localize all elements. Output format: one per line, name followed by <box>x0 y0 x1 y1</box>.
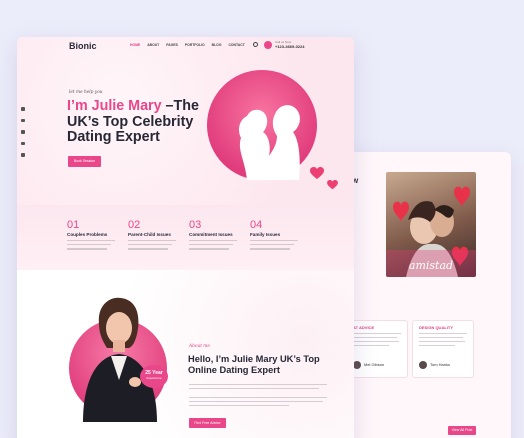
card-title: DESIGN QUALITY <box>419 325 454 330</box>
book-session-button[interactable]: Book Session <box>68 156 101 167</box>
service-number: 03 <box>189 219 202 231</box>
heart-decoration <box>327 180 338 190</box>
nav-pages[interactable]: PAGES <box>166 43 178 47</box>
expert-portrait <box>83 297 157 422</box>
instagram-icon[interactable] <box>21 130 25 134</box>
experience-badge: 25 Year Experience <box>140 365 168 388</box>
nav-about[interactable]: ABOUT <box>147 43 159 47</box>
facebook-icon[interactable] <box>21 107 25 111</box>
couple-photo: amistad <box>386 172 476 277</box>
search-icon[interactable] <box>253 42 258 47</box>
hero-section: Bionic HOME ABOUT PAGES PORTFOLIO BLOG C… <box>17 37 354 205</box>
main-nav: HOME ABOUT PAGES PORTFOLIO BLOG CONTACT <box>130 43 245 47</box>
logo[interactable]: Bionic <box>69 41 97 51</box>
card-title: AT ADVICE <box>353 325 375 330</box>
youtube-icon[interactable] <box>21 141 25 145</box>
main-page-preview: Bionic HOME ABOUT PAGES PORTFOLIO BLOG C… <box>17 37 354 438</box>
advice-card[interactable]: AT ADVICE Mel Gibson <box>346 320 408 378</box>
service-title: Commitment Issues <box>189 232 233 237</box>
avatar <box>353 361 361 369</box>
service-title: Couples Problems <box>67 232 108 237</box>
nav-blog[interactable]: BLOG <box>212 43 222 47</box>
nav-portfolio[interactable]: PORTFOLIO <box>185 43 205 47</box>
service-item[interactable]: 03 Commitment Issues <box>189 219 244 250</box>
social-links <box>21 107 25 157</box>
phone-number[interactable]: +123-4669-0224 <box>275 44 304 49</box>
author-name: Tom Hanks <box>430 362 451 367</box>
service-number: 01 <box>67 219 80 231</box>
view-all-posts-button[interactable]: View All Post <box>448 426 476 435</box>
service-item[interactable]: 01 Couples Problems <box>67 219 122 250</box>
twitter-icon[interactable] <box>21 118 25 122</box>
service-title: Parent-Child Issues <box>128 232 171 237</box>
find-free-advice-button[interactable]: Find Free Advice <box>189 418 226 428</box>
pinterest-icon[interactable] <box>21 153 25 157</box>
about-section: 25 Year Experience About me Hello, I’m J… <box>17 270 354 438</box>
hero-couple-image <box>207 70 317 180</box>
author-name: Mel Gibson <box>364 362 385 367</box>
hero-headline: I’m Julie Mary –The UK’s Top Celebrity D… <box>67 98 199 145</box>
nav-contact[interactable]: CONTACT <box>228 43 244 47</box>
photo-caption: amistad <box>409 259 453 272</box>
header: Bionic HOME ABOUT PAGES PORTFOLIO BLOG C… <box>17 37 354 55</box>
hero-tagline: let me help you <box>69 90 103 95</box>
service-item[interactable]: 02 Parent-Child Issues <box>128 219 183 250</box>
service-number: 02 <box>128 219 141 231</box>
about-tag: About me <box>189 344 210 349</box>
nav-home[interactable]: HOME <box>130 43 140 47</box>
heart-decoration <box>310 167 324 179</box>
service-number: 04 <box>250 219 263 231</box>
avatar <box>419 361 427 369</box>
design-quality-card[interactable]: DESIGN QUALITY Tom Hanks <box>412 320 474 378</box>
about-title: Hello, I’m Julie Mary UK’s Top Online Da… <box>188 354 320 376</box>
services-strip: 01 Couples Problems 02 Parent-Child Issu… <box>17 205 354 270</box>
service-item[interactable]: 04 Family Issues <box>250 219 305 250</box>
service-title: Family Issues <box>250 232 281 237</box>
phone-icon <box>264 41 272 49</box>
